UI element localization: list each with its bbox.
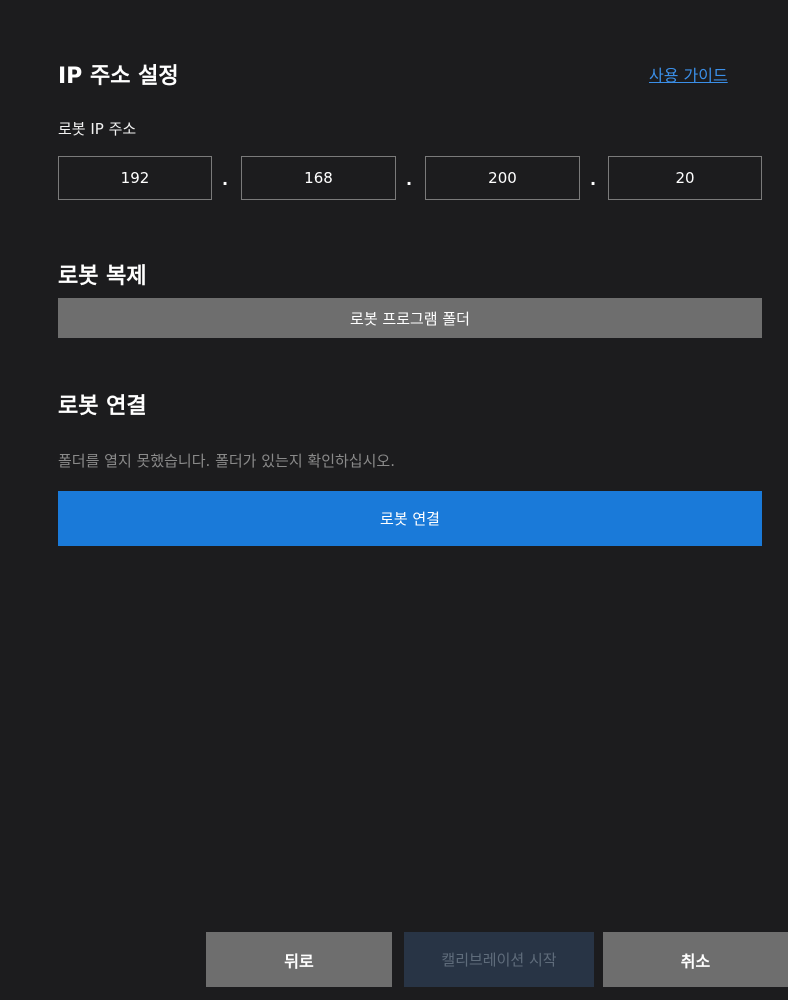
ip-settings-title: IP 주소 설정: [58, 64, 179, 89]
ip-octet-1-input[interactable]: [58, 156, 212, 200]
start-calibration-button: 캘리브레이션 시작: [404, 932, 594, 987]
connection-status-message: 폴더를 열지 못했습니다. 폴더가 있는지 확인하십시오.: [58, 452, 395, 470]
robot-ip-label: 로봇 IP 주소: [58, 120, 137, 138]
ip-octet-3-input[interactable]: [425, 156, 580, 200]
cancel-button[interactable]: 취소: [603, 932, 788, 987]
ip-settings-dialog: IP 주소 설정 사용 가이드 로봇 IP 주소 . . . 로봇 복제 로봇 …: [0, 0, 788, 1000]
ip-separator: .: [222, 170, 229, 189]
ip-separator: .: [590, 170, 597, 189]
robot-clone-title: 로봇 복제: [58, 264, 147, 289]
robot-connect-title: 로봇 연결: [58, 394, 147, 419]
robot-program-folder-button[interactable]: 로봇 프로그램 폴더: [58, 298, 762, 338]
ip-octet-2-input[interactable]: [241, 156, 396, 200]
ip-octet-4-input[interactable]: [608, 156, 762, 200]
back-button[interactable]: 뒤로: [206, 932, 392, 987]
ip-separator: .: [406, 170, 413, 189]
user-guide-link[interactable]: 사용 가이드: [649, 62, 728, 86]
robot-connect-button[interactable]: 로봇 연결: [58, 491, 762, 546]
